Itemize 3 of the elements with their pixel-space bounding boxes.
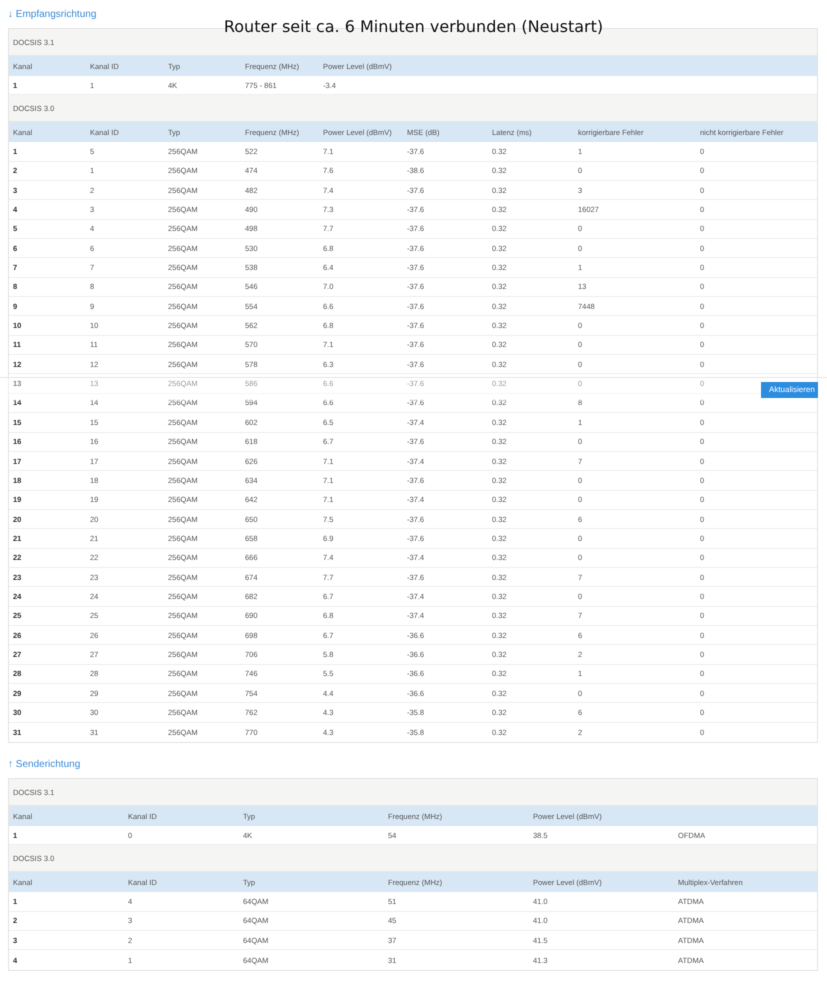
refresh-button[interactable]: Aktualisieren [761,382,818,398]
section-link[interactable]: ↑ Senderichtung [8,758,80,770]
section-link[interactable]: ↓ Empfangsrichtung [8,8,96,20]
